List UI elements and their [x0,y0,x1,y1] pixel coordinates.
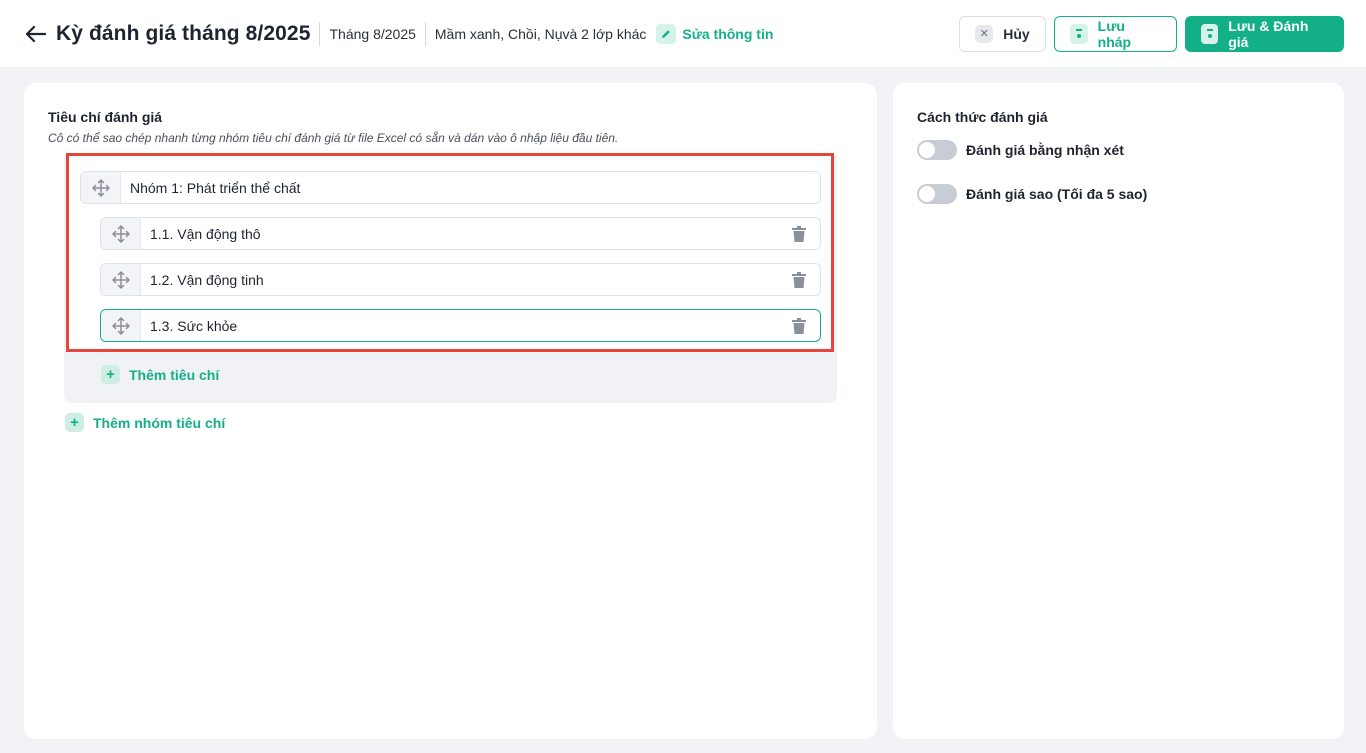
add-group-link[interactable]: + Thêm nhóm tiêu chí [65,413,225,432]
trash-icon[interactable] [789,271,809,288]
floppy-icon [1201,23,1219,44]
criterion-text: 1.3. Sức khỏe [150,317,238,334]
edit-info-link[interactable]: Sửa thông tin [656,23,774,44]
pencil-icon [656,23,677,44]
group-name-input[interactable]: Nhóm 1: Phát triển thể chất [80,171,821,204]
save-evaluate-label: Lưu & Đánh giá [1228,17,1309,50]
method-title: Cách thức đánh giá [917,109,1048,125]
criterion-text: 1.2. Vận động tinh [150,271,264,288]
group-name-text: Nhóm 1: Phát triển thể chất [130,179,301,196]
trash-icon[interactable] [789,225,809,242]
add-criterion-label: Thêm tiêu chí [129,366,220,383]
comment-toggle[interactable] [917,140,957,160]
star-toggle[interactable] [917,184,957,204]
add-group-label: Thêm nhóm tiêu chí [93,414,226,431]
add-criterion-link[interactable]: + Thêm tiêu chí [101,365,219,384]
page-title: Kỳ đánh giá tháng 8/2025 [56,21,311,45]
method-card: Cách thức đánh giá Đánh giá bằng nhận xé… [893,83,1344,739]
criterion-input[interactable]: 1.1. Vận động thô [100,217,821,250]
classes-label: Mầm xanh, Chồi, Nụvà 2 lớp khác [434,25,647,42]
save-draft-label: Lưu nháp [1097,17,1132,50]
edit-info-label: Sửa thông tin [682,25,774,42]
divider [424,21,426,46]
drag-handle-icon[interactable] [81,172,121,203]
criteria-hint: Cô có thể sao chép nhanh từng nhóm tiêu … [48,131,619,145]
criterion-text: 1.1. Vận động thô [150,225,261,242]
drag-handle-icon[interactable] [101,310,141,341]
method-option: Đánh giá bằng nhận xét [917,140,1124,160]
criterion-input[interactable]: 1.2. Vận động tinh [100,263,821,296]
top-header: Kỳ đánh giá tháng 8/2025 Tháng 8/2025 Mầ… [0,0,1366,67]
criterion-input[interactable]: 1.3. Sức khỏe [100,309,821,342]
drag-handle-icon[interactable] [101,264,141,295]
trash-icon[interactable] [789,317,809,334]
divider [319,21,321,46]
period-label: Tháng 8/2025 [329,25,416,42]
drag-handle-icon[interactable] [101,218,141,249]
criteria-title: Tiêu chí đánh giá [48,109,163,125]
method-option: Đánh giá sao (Tối đa 5 sao) [917,184,1147,204]
back-arrow-icon[interactable] [24,22,48,46]
method-option-label: Đánh giá bằng nhận xét [966,142,1124,158]
save-evaluate-button[interactable]: Lưu & Đánh giá [1185,15,1344,52]
cancel-label: Hủy [1003,25,1030,42]
plus-icon: + [101,365,120,384]
method-option-label: Đánh giá sao (Tối đa 5 sao) [966,186,1148,202]
close-icon: ✕ [975,24,994,43]
plus-icon: + [65,413,84,432]
cancel-button[interactable]: ✕ Hủy [959,15,1046,52]
floppy-icon [1070,23,1088,44]
criteria-card: Tiêu chí đánh giá Cô có thể sao chép nha… [24,83,877,739]
save-draft-button[interactable]: Lưu nháp [1054,15,1177,52]
